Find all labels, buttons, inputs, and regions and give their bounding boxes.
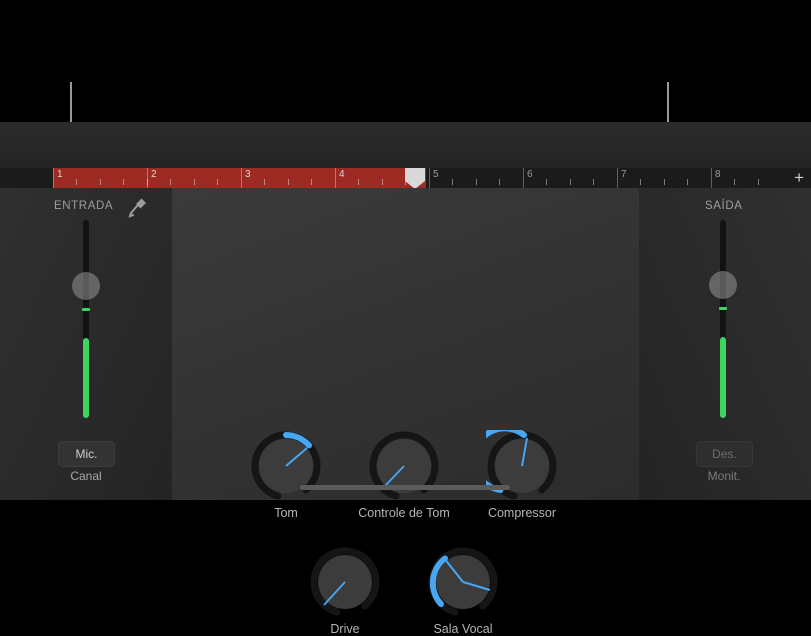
knob-compressor-label: Compressor — [487, 506, 557, 520]
ruler-bar-3: 3 — [245, 169, 251, 180]
ruler-bar-5: 5 — [433, 169, 439, 180]
output-sublabel: Monit. — [707, 469, 741, 483]
top-black-area — [0, 0, 811, 122]
app-window: 1 2 3 4 5 6 7 8 + ENTRADA Mic. Canal SAÍ… — [0, 0, 811, 636]
playhead-body — [405, 168, 425, 181]
knob-compressor[interactable] — [486, 430, 558, 502]
input-title: ENTRADA — [54, 200, 114, 212]
input-sublabel: Canal — [70, 469, 102, 483]
ruler-bar-6: 6 — [527, 169, 533, 180]
knob-sala-vocal[interactable] — [427, 546, 499, 618]
knob-controle-de-tom[interactable] — [368, 430, 440, 502]
add-track-button[interactable]: + — [794, 169, 804, 186]
timeline-ruler[interactable]: 1 2 3 4 5 6 7 8 + — [0, 168, 811, 189]
knob-sala-vocal-label: Sala Vocal — [433, 622, 493, 636]
output-fader-tick — [719, 307, 727, 310]
ruler-bar-8: 8 — [715, 169, 721, 180]
input-source-button[interactable]: Mic. — [58, 441, 115, 467]
output-level-meter — [720, 337, 726, 418]
knob-drive-label: Drive — [330, 622, 360, 636]
input-level-meter — [83, 338, 89, 418]
output-fader-handle[interactable] — [709, 271, 737, 299]
ruler-bar-4: 4 — [339, 169, 345, 180]
ruler-bar-7: 7 — [621, 169, 627, 180]
monitor-button[interactable]: Des. — [696, 441, 753, 467]
ruler-cycle-region — [53, 168, 426, 188]
knob-drive[interactable] — [309, 546, 381, 618]
playhead[interactable] — [405, 168, 425, 189]
mixer-body: ENTRADA Mic. Canal SAÍDA Des. Monit. Tom… — [0, 188, 811, 636]
knob-controle-de-tom-label: Controle de Tom — [358, 506, 450, 520]
output-title: SAÍDA — [705, 200, 743, 212]
mic-plug-icon — [127, 196, 149, 218]
knob-tom[interactable] — [250, 430, 322, 502]
toolbar — [0, 122, 811, 287]
ruler-bar-2: 2 — [151, 169, 157, 180]
home-indicator[interactable] — [300, 485, 510, 490]
input-fader-tick — [82, 308, 90, 311]
input-fader-handle[interactable] — [72, 272, 100, 300]
knob-tom-label: Tom — [274, 506, 298, 520]
ruler-bar-1: 1 — [57, 169, 63, 180]
